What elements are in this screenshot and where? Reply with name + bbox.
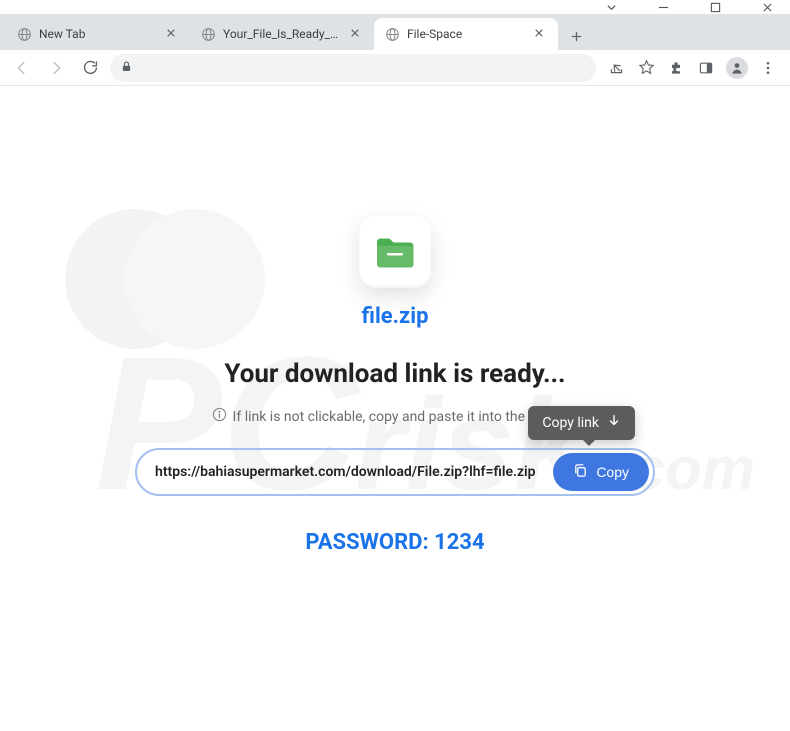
window-title-bar [0,0,790,14]
tab-close-icon[interactable] [350,27,364,41]
address-bar[interactable] [110,54,596,82]
page-content: PC risk .com file.zip Your download link… [0,86,790,731]
browser-tab-download[interactable]: Your_File_Is_Ready_To_Downl [190,18,374,50]
copy-button[interactable]: Copy [553,453,649,491]
hint-text: If link is not clickable, copy and paste… [212,407,579,426]
tab-title: Your_File_Is_Ready_To_Downl [223,27,343,41]
nav-reload-button[interactable] [76,54,104,82]
download-headline: Your download link is ready... [224,359,565,389]
window-dropdown-button[interactable] [594,0,628,14]
window-close-button[interactable] [750,0,784,14]
tab-close-icon[interactable] [166,27,180,41]
menu-dots-icon[interactable] [758,58,778,78]
copy-icon [573,463,588,481]
globe-icon [16,26,32,42]
globe-icon [200,26,216,42]
nav-forward-button[interactable] [42,54,70,82]
browser-tab-new-tab[interactable]: New Tab [6,18,190,50]
download-link-row: Copy link https://bahiasupermarket.com/d… [135,448,655,496]
tab-title: File-Space [407,27,527,41]
window-minimize-button[interactable] [646,0,680,14]
lock-icon [120,58,133,77]
side-panel-icon[interactable] [696,58,716,78]
folder-icon [359,216,431,288]
browser-tab-file-space[interactable]: File-Space [374,18,558,50]
browser-tab-strip: New Tab Your_File_Is_Ready_To_Downl File… [0,14,790,50]
profile-avatar[interactable] [726,57,748,79]
globe-icon [384,26,400,42]
browser-toolbar [0,50,790,86]
password-label: PASSWORD: 1234 [305,530,484,555]
info-icon [212,407,227,426]
download-url[interactable]: https://bahiasupermarket.com/download/Fi… [155,464,545,480]
tab-title: New Tab [39,27,159,41]
share-icon[interactable] [606,58,626,78]
download-arrow-icon [607,414,621,432]
window-maximize-button[interactable] [698,0,732,14]
tab-close-icon[interactable] [534,27,548,41]
nav-back-button[interactable] [8,54,36,82]
new-tab-button[interactable] [562,22,590,50]
copy-tooltip: Copy link [528,406,635,440]
extensions-icon[interactable] [666,58,686,78]
bookmark-star-icon[interactable] [636,58,656,78]
file-name: file.zip [362,304,429,329]
